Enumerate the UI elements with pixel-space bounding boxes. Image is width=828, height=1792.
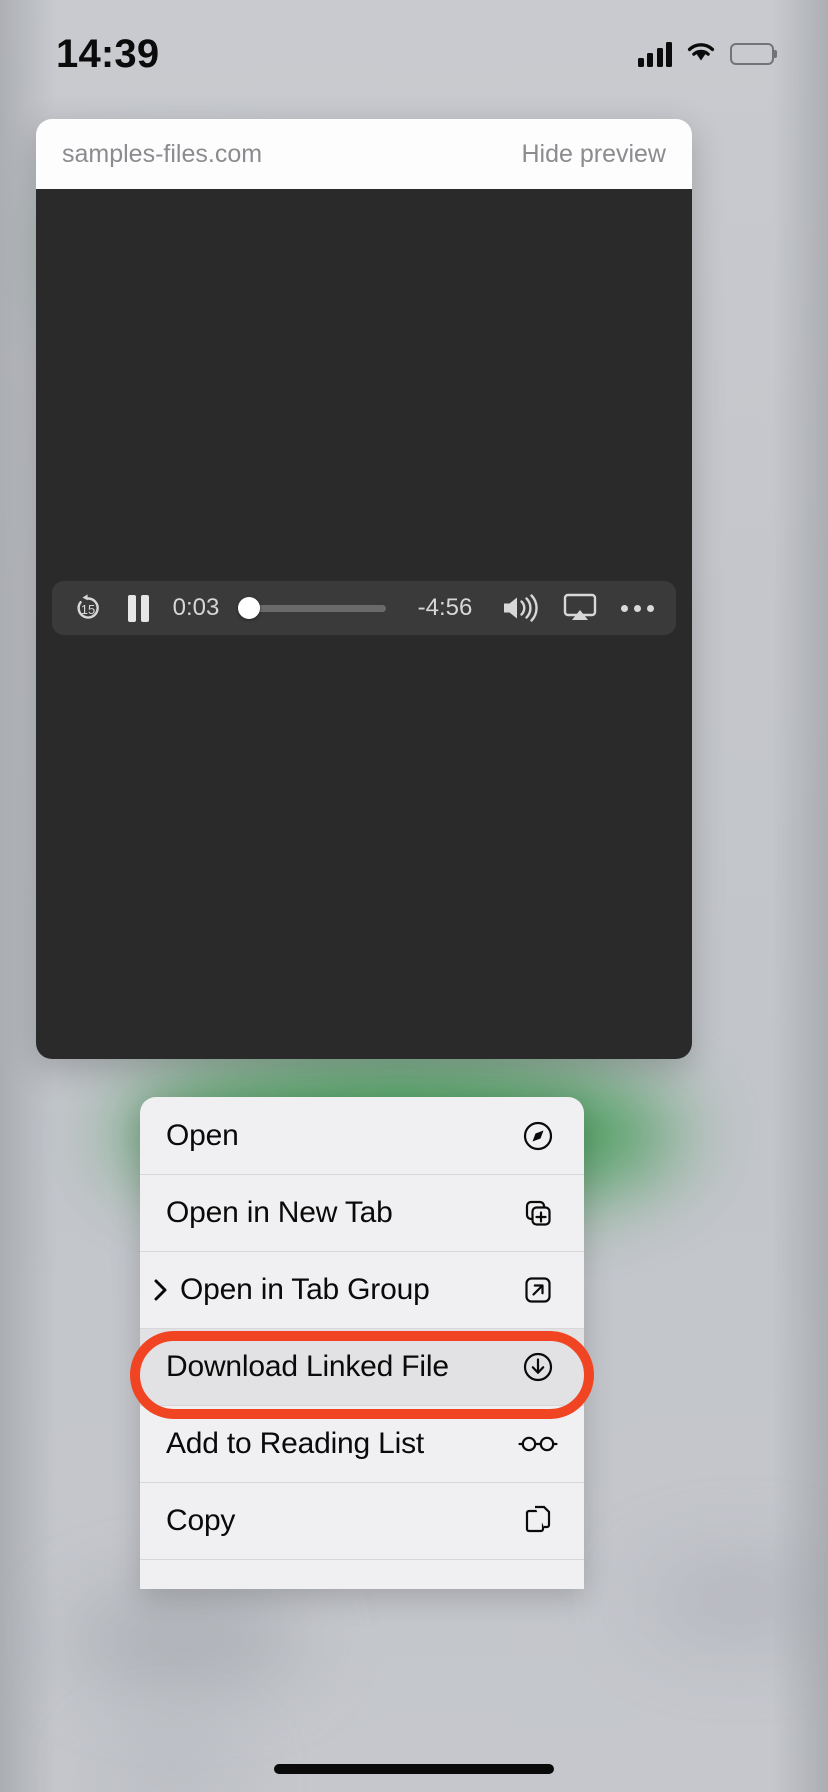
menu-item-label: Open — [166, 1118, 239, 1152]
status-bar-icons — [637, 40, 774, 69]
preview-header: samples-files.com Hide preview — [36, 119, 692, 189]
status-bar: 14:39 — [0, 0, 828, 108]
chevron-right-icon — [150, 1277, 172, 1303]
wifi-icon — [686, 40, 716, 69]
scrubber-track — [246, 604, 386, 612]
menu-item-open-in-tab-group[interactable]: Open in Tab Group — [140, 1251, 584, 1328]
skip-back-15-label: 15 — [80, 602, 96, 617]
airplay-icon[interactable] — [558, 588, 602, 628]
video-preview-area[interactable]: 15 0:03 -4:56 — [36, 189, 692, 1059]
menu-item-open[interactable]: Open — [140, 1097, 584, 1174]
link-preview-card: samples-files.com Hide preview 15 0:03 -… — [36, 119, 692, 1059]
menu-item-add-to-reading-list[interactable]: Add to Reading List — [140, 1405, 584, 1482]
menu-item-open-in-new-tab[interactable]: Open in New Tab — [140, 1174, 584, 1251]
menu-item-label: Open in New Tab — [166, 1196, 393, 1229]
playback-scrubber[interactable] — [237, 593, 386, 623]
link-context-menu: Open Open in New Tab Open in Tab Group D… — [140, 1097, 584, 1589]
battery-icon — [730, 43, 774, 65]
cellular-signal-icon — [637, 41, 672, 67]
video-player-controls: 15 0:03 -4:56 — [52, 581, 676, 635]
backdrop-edge-shade-right — [772, 0, 828, 1792]
menu-item-copy[interactable]: Copy — [140, 1482, 584, 1559]
new-tab-plus-icon — [518, 1193, 558, 1233]
remaining-time-label: -4:56 — [417, 594, 473, 621]
menu-item-label: Open in Tab Group — [180, 1273, 430, 1306]
skip-back-15-icon[interactable]: 15 — [68, 588, 108, 628]
elapsed-time-label: 0:03 — [172, 594, 220, 621]
glasses-icon — [518, 1424, 558, 1464]
backdrop-blob-gray — [70, 1600, 300, 1680]
arrow-up-right-box-icon — [518, 1270, 558, 1310]
backdrop-blob-gray-2 — [95, 1740, 245, 1792]
menu-item-label: Download Linked File — [166, 1350, 449, 1383]
more-options-icon[interactable] — [614, 588, 660, 628]
volume-icon[interactable] — [498, 588, 544, 628]
status-bar-clock: 14:39 — [56, 31, 160, 76]
menu-item-label: Add to Reading List — [166, 1427, 425, 1460]
pause-icon[interactable] — [118, 588, 158, 628]
menu-item-partial-next[interactable] — [140, 1559, 584, 1589]
hide-preview-button[interactable]: Hide preview — [521, 140, 666, 169]
download-arrow-icon — [518, 1347, 558, 1387]
copy-documents-icon — [518, 1501, 558, 1541]
home-indicator — [274, 1764, 554, 1774]
menu-item-download-linked-file[interactable]: Download Linked File — [140, 1328, 584, 1405]
preview-domain-label: samples-files.com — [62, 139, 263, 168]
menu-item-label: Copy — [166, 1504, 236, 1537]
safari-compass-icon — [518, 1116, 558, 1156]
scrubber-handle[interactable] — [237, 597, 260, 619]
